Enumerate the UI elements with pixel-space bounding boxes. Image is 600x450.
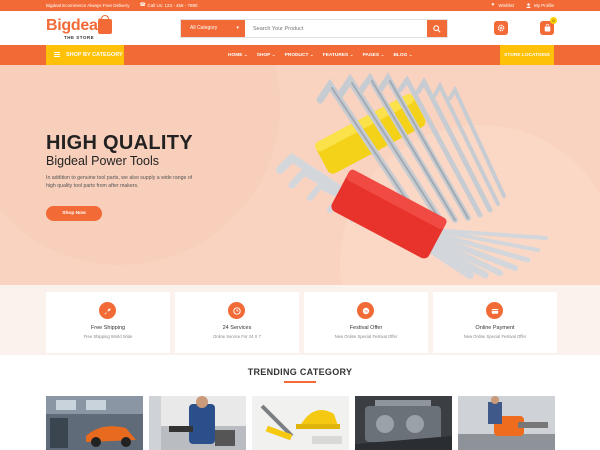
cart-button[interactable]: 0 xyxy=(540,17,557,35)
feature-card-festival-offer: % Festival Offer New Online Special Fest… xyxy=(304,292,428,353)
trending-tile-helmet-tools[interactable] xyxy=(252,396,349,450)
rocket-icon xyxy=(99,302,116,319)
category-select[interactable]: All Category ▾ xyxy=(181,20,245,37)
trending-tile-engine[interactable] xyxy=(355,396,452,450)
search-icon xyxy=(433,20,441,38)
offer-icon: % xyxy=(357,302,374,319)
hero-banner: HIGH QUALITY Bigdeal Power Tools In addi… xyxy=(0,65,600,285)
menu-list: HOME ⌄ SHOP ⌄ PRODUCT ⌄ FEATURES ⌄ PAGES… xyxy=(228,45,413,65)
hex-key-set-image xyxy=(276,72,548,279)
shop-by-category-button[interactable]: SHOP BY CATEGORY xyxy=(46,45,124,65)
trending-tile-mechanic[interactable] xyxy=(149,396,246,450)
menu-item-shop[interactable]: SHOP ⌄ xyxy=(257,53,276,58)
chevron-down-icon: ⌄ xyxy=(309,52,314,58)
features-section: Free Shipping Free Shipping World Wide 2… xyxy=(0,285,600,355)
phone-info: ☎ Call Us: 123 - 456 - 7890 xyxy=(139,2,198,9)
engine-image xyxy=(355,396,452,450)
search-input[interactable] xyxy=(245,20,427,37)
store-locations-button[interactable]: STORE LOCATIONS xyxy=(500,45,554,65)
garage-image xyxy=(46,396,143,450)
menu-item-blog[interactable]: BLOG ⌄ xyxy=(393,53,412,58)
main-nav: SHOP BY CATEGORY HOME ⌄ SHOP ⌄ PRODUCT ⌄… xyxy=(0,45,600,65)
clock-icon xyxy=(228,302,245,319)
user-icon xyxy=(525,3,531,8)
chevron-down-icon: ⌄ xyxy=(349,52,354,58)
title-underline xyxy=(284,381,316,383)
chevron-down-icon: ⌄ xyxy=(380,52,385,58)
chevron-down-icon: ⌄ xyxy=(271,52,276,58)
hero-description: In addition to genuine tool parts, we al… xyxy=(46,175,193,189)
shopping-bag-logo-icon xyxy=(98,15,112,34)
phone-icon: ☎ xyxy=(139,2,146,8)
tagline: Bigdeal Ecommerce Always Free Delivery xyxy=(46,3,130,8)
payment-icon xyxy=(486,302,503,319)
menu-item-product[interactable]: PRODUCT ⌄ xyxy=(285,53,314,58)
svg-text:%: % xyxy=(364,308,368,313)
profile-link[interactable]: My Profile xyxy=(525,3,554,8)
trending-tile-chainsaw[interactable] xyxy=(458,396,555,450)
feature-card-24-services: 24 Services Online Service For 24 X 7 xyxy=(175,292,299,353)
shop-now-button[interactable]: Shop Now xyxy=(46,206,102,221)
header: Bigdeal THE STORE All Category ▾ 0 xyxy=(0,11,600,45)
gear-icon xyxy=(497,19,505,37)
search-bar: All Category ▾ xyxy=(180,19,448,38)
feature-card-online-payment: Online Payment New Online Special Festiv… xyxy=(433,292,557,353)
menu-item-features[interactable]: FEATURES ⌄ xyxy=(323,53,354,58)
settings-button[interactable] xyxy=(494,21,508,35)
chainsaw-image xyxy=(458,396,555,450)
hero-title: HIGH QUALITY xyxy=(46,132,193,154)
search-button[interactable] xyxy=(427,20,447,37)
trending-tile-garage[interactable] xyxy=(46,396,143,450)
wishlist-link[interactable]: ♥ Wishlist xyxy=(490,2,514,9)
chevron-down-icon: ▾ xyxy=(236,25,239,31)
menu-item-pages[interactable]: PAGES ⌄ xyxy=(363,53,385,58)
chevron-down-icon: ⌄ xyxy=(243,52,248,58)
cart-count-badge: 0 xyxy=(550,17,557,24)
helmet-tools-image xyxy=(252,396,349,450)
trending-section: TRENDING CATEGORY xyxy=(0,355,600,450)
mechanic-image xyxy=(149,396,246,450)
trending-title: TRENDING CATEGORY xyxy=(247,367,353,377)
menu-item-home[interactable]: HOME ⌄ xyxy=(228,53,248,58)
chevron-down-icon: ⌄ xyxy=(408,52,413,58)
hero-subtitle: Bigdeal Power Tools xyxy=(46,154,160,168)
menu-icon xyxy=(54,51,60,59)
feature-card-free-shipping: Free Shipping Free Shipping World Wide xyxy=(46,292,170,353)
logo[interactable]: Bigdeal THE STORE xyxy=(46,15,116,43)
heart-icon: ♥ xyxy=(491,2,495,8)
top-bar: Bigdeal Ecommerce Always Free Delivery ☎… xyxy=(0,0,600,11)
